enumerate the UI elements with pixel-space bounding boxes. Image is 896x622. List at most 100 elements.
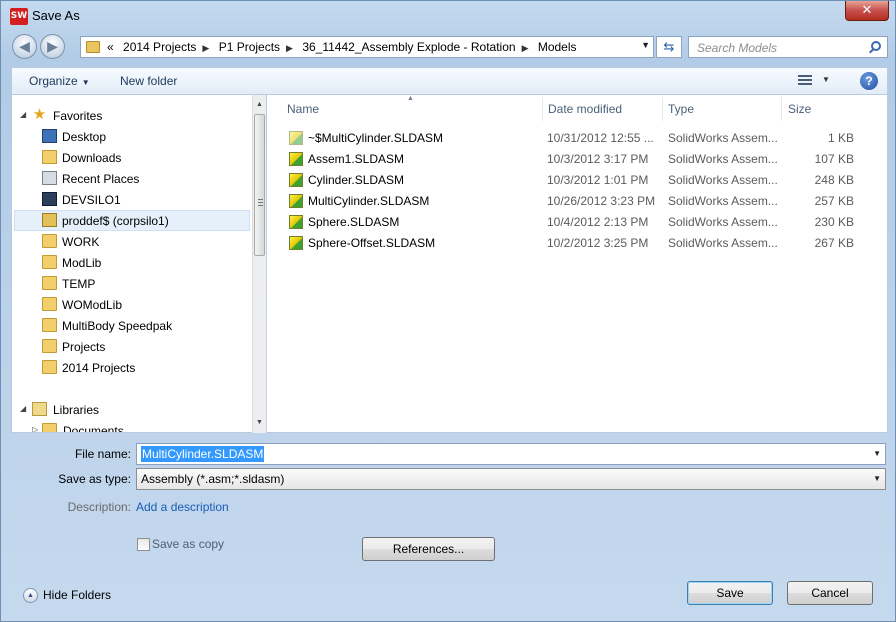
file-type: SolidWorks Assem... [668,152,778,166]
nav-pane-scrollbar[interactable]: ▲ ▼ [252,95,266,433]
back-button[interactable]: ◀ [12,34,37,59]
nav-item-label: Recent Places [62,172,140,186]
nav-item-desktop[interactable]: Desktop [42,127,242,147]
nav-item-downloads[interactable]: Downloads [42,148,242,168]
solidworks-app-icon: SW [10,8,28,25]
nav-item-label: WOModLib [62,298,123,312]
assembly-file-icon [289,215,303,229]
folder-icon [42,255,57,269]
nav-item-devsilo1[interactable]: DEVSILO1 [42,190,242,210]
assembly-file-icon [289,236,303,250]
chevron-down-icon[interactable]: ▼ [873,474,881,483]
grip-icon [258,199,263,206]
nav-item-libraries[interactable]: ◢ Libraries [20,400,220,420]
nav-item-multibody-speedpak[interactable]: MultiBody Speedpak [42,316,242,336]
file-row[interactable]: MultiCylinder.SLDASM 10/26/2012 3:23 PM … [267,191,888,212]
file-list: ▲ Name Date modified Type Size ~$MultiCy… [267,95,888,433]
file-name-field[interactable]: MultiCylinder.SLDASM ▼ [136,443,886,465]
refresh-button[interactable]: ⇆ [656,36,682,58]
file-date: 10/2/2012 3:25 PM [547,236,649,250]
sort-ascending-icon: ▲ [407,95,414,102]
change-view-icon[interactable] [798,75,812,87]
view-options-dropdown-icon[interactable]: ▼ [822,75,830,84]
nav-item-proddef[interactable]: proddef$ (corpsilo1) [42,211,242,231]
nav-item-womodlib[interactable]: WOModLib [42,295,242,315]
chevron-right-icon[interactable]: ▶ [286,43,293,53]
file-name-input[interactable]: MultiCylinder.SLDASM [141,446,265,462]
nav-item-work[interactable]: WORK [42,232,242,252]
column-header-size[interactable]: Size [788,102,811,116]
column-header-type[interactable]: Type [668,102,694,116]
file-row[interactable]: Sphere-Offset.SLDASM 10/2/2012 3:25 PM S… [267,233,888,254]
file-row[interactable]: Assem1.SLDASM 10/3/2012 3:17 PM SolidWor… [267,149,888,170]
save-type-select[interactable]: Assembly (*.asm;*.sldasm) ▼ [136,468,886,490]
close-button[interactable]: ✕ [845,1,889,21]
file-type: SolidWorks Assem... [668,194,778,208]
nav-item-favorites[interactable]: ◢ ★ Favorites [20,106,220,126]
column-divider[interactable] [542,97,543,121]
nav-item-label: Documents [63,424,124,433]
add-description-link[interactable]: Add a description [136,500,229,514]
documents-icon [42,423,57,432]
save-as-copy-checkbox[interactable] [137,538,150,551]
chevron-down-icon[interactable]: ▼ [873,449,881,458]
address-bar[interactable]: « 2014 Projects ▶ P1 Projects ▶ 36_11442_A… [80,36,654,58]
search-box[interactable]: Search Models [688,36,888,58]
file-name: MultiCylinder.SLDASM [308,194,430,208]
column-header-date-modified[interactable]: Date modified [548,102,622,116]
nav-item-label: ModLib [62,256,102,270]
nav-item-2014-projects[interactable]: 2014 Projects [42,358,242,378]
nav-item-recent-places[interactable]: Recent Places [42,169,242,189]
file-row[interactable]: ~$MultiCylinder.SLDASM 10/31/2012 12:55 … [267,128,888,149]
search-icon [871,41,881,51]
nav-item-projects[interactable]: Projects [42,337,242,357]
libraries-icon [32,402,47,416]
save-button[interactable]: Save [687,581,773,605]
scroll-down-icon[interactable]: ▼ [253,416,266,430]
column-divider[interactable] [662,97,663,121]
file-row[interactable]: Sphere.SLDASM 10/4/2012 2:13 PM SolidWor… [267,212,888,233]
nav-item-label: proddef$ (corpsilo1) [62,214,169,228]
help-icon[interactable]: ? [860,72,878,90]
address-row: ◀ ▶ « 2014 Projects ▶ P1 Projects ▶ 36_114… [1,31,895,63]
breadcrumb-p1-projects[interactable]: P1 Projects [219,40,280,54]
breadcrumb-assembly-explode[interactable]: 36_11442_Assembly Explode - Rotation [302,40,515,54]
new-folder-button[interactable]: New folder [120,74,177,88]
save-type-label: Save as type: [58,472,131,486]
expand-arrow-icon[interactable]: ▷ [32,425,38,432]
cancel-button[interactable]: Cancel [787,581,873,605]
breadcrumb-2014-projects[interactable]: 2014 Projects [123,40,196,54]
address-dropdown-icon[interactable]: ▼ [641,40,650,50]
file-date: 10/31/2012 12:55 ... [547,131,654,145]
folder-icon [42,360,57,374]
assembly-file-icon [289,194,303,208]
nav-item-modlib[interactable]: ModLib [42,253,242,273]
collapse-arrow-icon[interactable]: ◢ [20,404,26,413]
folder-icon [42,339,57,353]
file-name: Cylinder.SLDASM [308,173,405,187]
file-name: Assem1.SLDASM [308,152,405,166]
breadcrumb-models[interactable]: Models [538,40,577,54]
organize-menu[interactable]: Organize ▼ [29,74,90,88]
save-as-copy-label[interactable]: Save as copy [152,537,224,551]
scroll-up-icon[interactable]: ▲ [253,98,266,112]
column-header-name[interactable]: Name [287,102,319,116]
downloads-folder-icon [42,150,57,164]
file-row[interactable]: Cylinder.SLDASM 10/3/2012 1:01 PM SolidW… [267,170,888,191]
breadcrumb: « 2014 Projects ▶ P1 Projects ▶ 36_11442_A… [107,40,583,54]
nav-item-documents[interactable]: ▷ Documents [32,421,232,433]
search-input[interactable]: Search Models [697,41,777,55]
collapse-arrow-icon[interactable]: ◢ [20,110,26,119]
file-size: 1 KB [827,131,854,145]
chevron-right-icon[interactable]: ▶ [522,43,529,53]
chevron-right-icon[interactable]: ▶ [202,43,209,53]
nav-item-temp[interactable]: TEMP [42,274,242,294]
file-size: 248 KB [814,173,854,187]
column-divider[interactable] [781,97,782,121]
file-name: ~$MultiCylinder.SLDASM [308,131,444,145]
references-button[interactable]: References... [362,537,495,561]
scrollbar-thumb[interactable] [254,114,265,256]
computer-icon [42,192,57,206]
breadcrumb-overflow[interactable]: « [107,40,114,54]
forward-button[interactable]: ▶ [40,34,65,59]
